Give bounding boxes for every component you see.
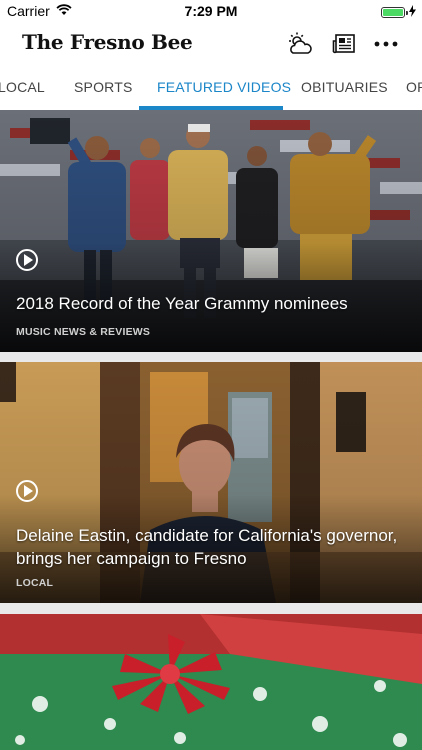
play-icon (24, 254, 33, 266)
play-button[interactable] (16, 480, 38, 502)
more-icon[interactable] (372, 31, 400, 57)
tab-featured-videos[interactable]: FEATURED VIDEOS (157, 66, 291, 110)
weather-icon[interactable] (286, 31, 314, 57)
section-tabs: LOCAL SPORTS FEATURED VIDEOS OBITUARIES … (0, 66, 422, 111)
video-thumbnail (0, 110, 422, 352)
video-headline[interactable]: Delaine Eastin, candidate for California… (16, 524, 408, 570)
tab-sports[interactable]: SPORTS (74, 66, 133, 110)
status-right (381, 4, 416, 20)
play-icon (24, 485, 33, 497)
tab-opinion[interactable]: OP (406, 66, 422, 110)
charging-icon (409, 4, 416, 20)
video-category: MUSIC NEWS & REVIEWS (16, 326, 151, 338)
clock: 7:29 PM (184, 3, 238, 19)
video-category: LOCAL (16, 577, 54, 589)
video-headline[interactable]: 2018 Record of the Year Grammy nominees (16, 292, 408, 315)
app-header: The Fresno Bee (0, 22, 422, 66)
battery-icon (381, 6, 408, 18)
video-thumbnail (0, 614, 422, 750)
app-title: The Fresno Bee (22, 30, 193, 54)
video-card[interactable]: Delaine Eastin, candidate for California… (0, 362, 422, 603)
tab-obituaries[interactable]: OBITUARIES (301, 66, 388, 110)
video-card[interactable]: 2018 Record of the Year Grammy nominees … (0, 110, 422, 352)
newspaper-icon[interactable] (330, 31, 358, 57)
tab-local[interactable]: LOCAL (0, 66, 45, 110)
play-button[interactable] (16, 249, 38, 271)
status-bar: Carrier 7:29 PM (0, 0, 422, 22)
video-card[interactable] (0, 614, 422, 750)
